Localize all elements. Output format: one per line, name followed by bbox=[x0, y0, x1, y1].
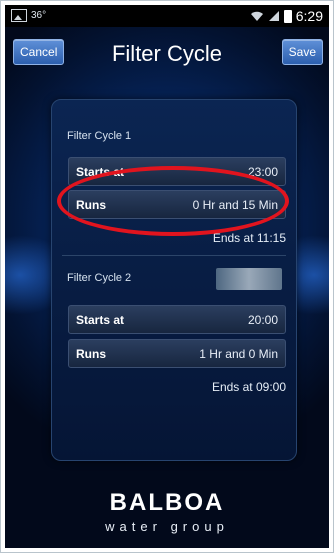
filter-cycle-1-label: Filter Cycle 1 bbox=[67, 130, 132, 142]
runs-label: Runs bbox=[76, 347, 106, 361]
filter-cycle-2-toggle[interactable] bbox=[216, 268, 282, 290]
page-title: Filter Cycle bbox=[111, 41, 222, 66]
logo-wordmark: BALBOA bbox=[109, 489, 225, 516]
highlight-circle bbox=[57, 166, 289, 236]
status-bar: 36° 6:29 bbox=[5, 5, 329, 27]
device-frame: 36° 6:29 Cancel Filter Cycle Save Filter… bbox=[0, 0, 334, 553]
cycle1-ends-at: Ends at 11:15 bbox=[212, 231, 286, 245]
balboa-logo: BALBOA water group bbox=[5, 489, 329, 534]
status-time: 6:29 bbox=[295, 8, 323, 24]
runs-value: 1 Hr and 0 Min bbox=[199, 347, 278, 361]
battery-icon bbox=[283, 9, 292, 23]
save-button[interactable]: Save bbox=[281, 39, 323, 65]
status-temperature: 36° bbox=[31, 10, 47, 21]
filter-cycle-panel: Filter Cycle 1 Starts at 23:00 Runs 0 Hr… bbox=[51, 99, 297, 461]
logo-tagline: water group bbox=[105, 519, 229, 534]
starts-at-value: 20:00 bbox=[247, 313, 278, 327]
wifi-icon bbox=[250, 11, 263, 21]
app-screen: 36° 6:29 Cancel Filter Cycle Save Filter… bbox=[5, 5, 329, 548]
cycle2-ends-at: Ends at 09:00 bbox=[211, 380, 286, 394]
filter-cycle-2-label: Filter Cycle 2 bbox=[67, 272, 132, 284]
image-icon bbox=[11, 9, 27, 22]
section-divider bbox=[62, 255, 286, 256]
cycle2-runs-row[interactable]: Runs 1 Hr and 0 Min bbox=[68, 339, 286, 368]
signal-icon bbox=[268, 11, 279, 21]
starts-at-label: Starts at bbox=[76, 313, 125, 327]
cycle2-starts-row[interactable]: Starts at 20:00 bbox=[68, 305, 286, 334]
